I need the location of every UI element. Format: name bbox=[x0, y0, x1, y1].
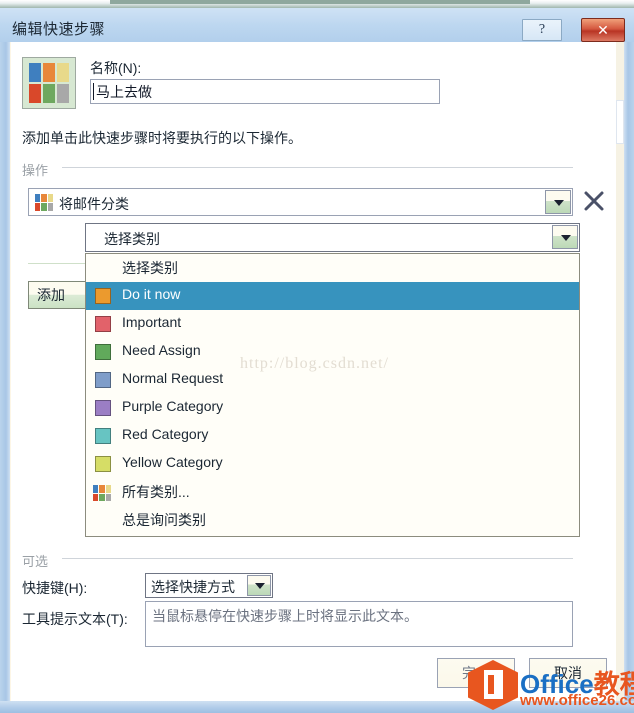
icon-color-cell bbox=[93, 493, 99, 501]
icon-color-cell bbox=[99, 485, 105, 493]
name-input[interactable]: 马上去做 bbox=[90, 79, 440, 104]
icon-color-cell bbox=[105, 485, 111, 493]
icon-color-cell bbox=[35, 203, 41, 211]
tooltip-label: 工具提示文本(T): bbox=[22, 611, 128, 627]
action-combo-value: 将邮件分类 bbox=[59, 196, 129, 212]
window-title: 编辑快速步骤 bbox=[12, 21, 106, 38]
category-option[interactable]: Yellow Category bbox=[86, 450, 579, 478]
shortcut-combo-value: 选择快捷方式 bbox=[151, 579, 235, 595]
category-color-swatch bbox=[95, 400, 111, 416]
watermark-office-logo bbox=[468, 660, 520, 710]
watermark-brand-url: www.office26.com bbox=[520, 692, 634, 709]
category-option[interactable]: 总是询问类别 bbox=[86, 506, 579, 534]
chevron-down-icon[interactable] bbox=[545, 190, 571, 214]
category-option-label: 总是询问类别 bbox=[122, 512, 206, 528]
icon-color-cell bbox=[35, 194, 41, 202]
categorize-icon bbox=[35, 194, 53, 211]
actions-group-caption: 操作 bbox=[22, 163, 49, 178]
category-option-label: Purple Category bbox=[122, 398, 224, 414]
category-color-swatch bbox=[95, 456, 111, 472]
desktop-backdrop-bar bbox=[110, 0, 530, 4]
shortcut-combo[interactable]: 选择快捷方式 bbox=[145, 573, 273, 598]
icon-color-cell bbox=[105, 493, 111, 501]
category-option[interactable]: 选择类别 bbox=[86, 254, 579, 282]
tooltip-input[interactable]: 当鼠标悬停在快速步骤上时将显示此文本。 bbox=[145, 601, 573, 647]
title-bar: 编辑快速步骤 ? ✕ bbox=[0, 8, 634, 42]
icon-color-cell bbox=[57, 63, 69, 82]
window-border-left bbox=[0, 8, 10, 713]
category-option[interactable]: 所有类别... bbox=[86, 478, 579, 506]
icon-color-cell bbox=[47, 203, 53, 211]
category-color-swatch bbox=[95, 316, 111, 332]
icon-color-cell bbox=[47, 194, 53, 202]
icon-color-cell bbox=[41, 194, 47, 202]
category-color-swatch bbox=[95, 344, 111, 360]
category-option-label: 所有类别... bbox=[122, 484, 190, 500]
category-option-label: Red Category bbox=[122, 426, 209, 442]
icon-color-cell bbox=[29, 63, 41, 82]
help-button[interactable]: ? bbox=[522, 19, 562, 41]
name-label: 名称(N): bbox=[90, 60, 142, 76]
dialog-root: 编辑快速步骤 ? ✕ 名称(N): 马上去做 添加单击此快速步骤时将要执行的以下… bbox=[0, 0, 634, 713]
category-color-swatch bbox=[95, 428, 111, 444]
actions-group-divider bbox=[62, 167, 573, 168]
category-combo-value: 选择类别 bbox=[104, 231, 160, 247]
category-option[interactable]: Red Category bbox=[86, 422, 579, 450]
quick-step-icon bbox=[22, 57, 76, 109]
category-option[interactable]: Purple Category bbox=[86, 394, 579, 422]
category-option-label: Do it now bbox=[122, 286, 181, 302]
icon-color-cell bbox=[41, 203, 47, 211]
icon-color-cell bbox=[43, 63, 55, 82]
category-option[interactable]: Need Assign bbox=[86, 338, 579, 366]
category-color-swatch bbox=[95, 288, 111, 304]
delete-action-icon[interactable] bbox=[583, 190, 605, 212]
category-option-label: Yellow Category bbox=[122, 454, 223, 470]
shortcut-label: 快捷键(H): bbox=[22, 580, 88, 596]
all-categories-icon bbox=[93, 485, 111, 501]
category-color-swatch bbox=[95, 372, 111, 388]
optional-group-caption: 可选 bbox=[22, 554, 49, 569]
text-caret bbox=[93, 83, 94, 100]
chevron-down-icon[interactable] bbox=[247, 575, 271, 596]
category-option[interactable]: Do it now bbox=[86, 282, 579, 310]
icon-color-cell bbox=[57, 84, 69, 103]
action-combo[interactable]: 将邮件分类 bbox=[28, 188, 573, 216]
icon-color-cell bbox=[93, 485, 99, 493]
category-dropdown-list[interactable]: 选择类别 Do it now Important Need Assign Normal … bbox=[85, 253, 580, 537]
category-option[interactable]: Normal Request bbox=[86, 366, 579, 394]
close-button[interactable]: ✕ bbox=[581, 18, 625, 42]
category-option-label: Normal Request bbox=[122, 370, 224, 386]
icon-color-cell bbox=[43, 84, 55, 103]
chevron-down-icon[interactable] bbox=[552, 225, 578, 249]
category-option-label: Need Assign bbox=[122, 342, 201, 358]
icon-color-cell bbox=[29, 84, 41, 103]
optional-group-divider bbox=[62, 558, 573, 559]
description-text: 添加单击此快速步骤时将要执行的以下操作。 bbox=[22, 130, 302, 146]
icon-color-cell bbox=[99, 493, 105, 501]
category-combo[interactable]: 选择类别 bbox=[85, 223, 580, 252]
category-option-label: Important bbox=[122, 314, 182, 330]
door-icon bbox=[484, 670, 503, 699]
window-border-right bbox=[624, 8, 634, 713]
category-option[interactable]: Important bbox=[86, 310, 579, 338]
vertical-scrollbar-thumb[interactable] bbox=[616, 100, 624, 144]
category-option-label: 选择类别 bbox=[122, 260, 178, 276]
